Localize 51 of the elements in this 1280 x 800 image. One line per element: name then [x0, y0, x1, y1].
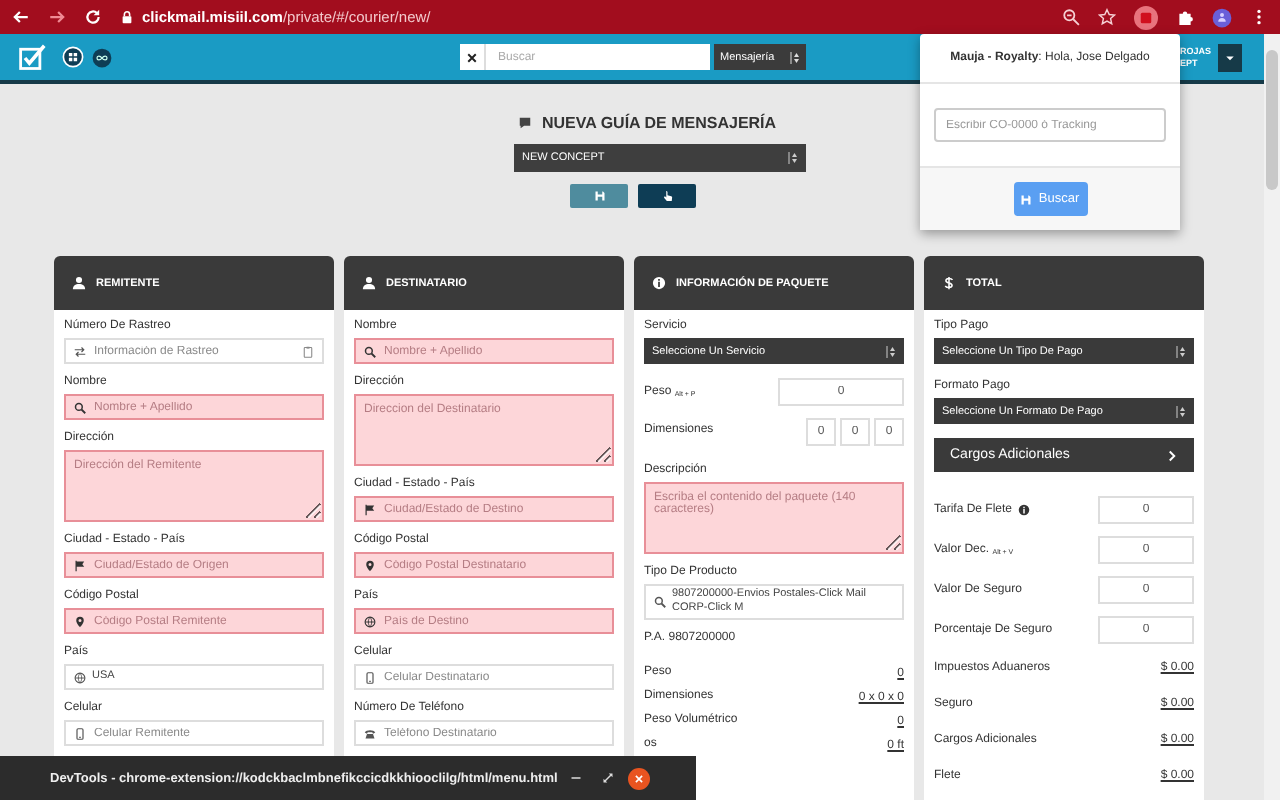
puzzle-icon[interactable]: [1176, 8, 1194, 26]
globe-icon: [364, 615, 376, 627]
info-icon: [652, 276, 666, 290]
scrollbar[interactable]: [1264, 34, 1280, 800]
star-icon[interactable]: [1098, 8, 1116, 26]
search-icon: [364, 345, 376, 357]
flag-icon: [364, 503, 376, 515]
save-button[interactable]: [570, 184, 628, 208]
page-title: NUEVA GUÍA DE MENSAJERÍA: [542, 113, 777, 131]
grid-icon[interactable]: [62, 46, 84, 68]
logo-icon: [18, 43, 46, 71]
pointer-button[interactable]: [638, 184, 696, 208]
reload-icon: [84, 8, 102, 26]
forward-arrow-icon: [48, 8, 66, 26]
search-icon: [74, 401, 86, 413]
caret-down-icon: [1223, 51, 1236, 63]
infinity-icon[interactable]: [92, 47, 112, 67]
user-menu-button[interactable]: [1217, 43, 1242, 71]
mobile-phone-icon: [74, 727, 86, 739]
lock-icon: [120, 10, 134, 24]
chevron-right-icon: [1166, 449, 1178, 461]
comment-icon: [518, 115, 532, 129]
extension-icon[interactable]: [1134, 5, 1158, 29]
clear-search-button[interactable]: [460, 44, 486, 70]
map-pin-icon: [364, 559, 376, 571]
scrollbar-thumb[interactable]: [1266, 50, 1278, 190]
minimize-icon[interactable]: [569, 772, 582, 784]
dollar-icon: [942, 276, 956, 290]
updown-caret-icon: [788, 150, 798, 166]
flag-icon: [74, 559, 86, 571]
mobile-phone-icon: [364, 671, 376, 683]
avatar-icon[interactable]: [1212, 7, 1232, 27]
expand-icon[interactable]: [601, 772, 614, 784]
swap-arrows-icon: [74, 345, 86, 357]
hand-pointer-icon: [661, 190, 673, 202]
globe-icon: [74, 671, 86, 683]
clipboard-icon: [302, 345, 314, 357]
close-icon: [633, 773, 644, 783]
person-icon: [72, 276, 86, 290]
updown-caret-icon: [790, 49, 800, 65]
close-icon: [466, 51, 478, 63]
magnifier-icon[interactable]: [1062, 8, 1080, 26]
updown-caret-icon: [1176, 343, 1186, 359]
close-button[interactable]: [627, 767, 650, 789]
updown-caret-icon: [1176, 403, 1186, 419]
map-pin-icon: [74, 615, 86, 627]
updown-caret-icon: [886, 343, 896, 359]
telephone-icon: [364, 727, 376, 739]
person-icon: [362, 276, 376, 290]
search-icon: [654, 596, 666, 608]
back-arrow-icon: [12, 8, 30, 26]
